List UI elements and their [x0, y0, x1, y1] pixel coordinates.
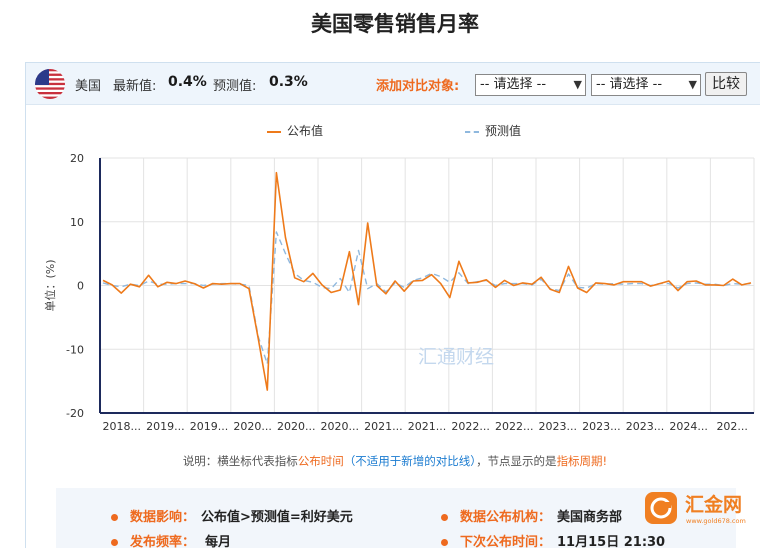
x-tick-label: 2019...: [190, 420, 228, 433]
series-forecast-line: [102, 231, 752, 365]
line-chart: 20 10 0 -10 -20 2018... 2019... 2019... 2020... 2…: [43, 152, 755, 433]
watermark-text: 汇通财经: [418, 346, 494, 368]
note-text-4: ，节点显示的是: [476, 454, 557, 468]
freq-label: 发布频率：: [130, 535, 196, 548]
bullet-icon: [441, 514, 448, 521]
x-tick-label: 2020...: [277, 420, 315, 433]
x-tick-label: 2018...: [103, 420, 141, 433]
x-tick-label: 2019...: [146, 420, 184, 433]
impact-label: 数据影响：: [130, 510, 196, 525]
y-tick-label: 0: [77, 280, 84, 293]
bullet-icon: [111, 539, 118, 546]
info-next-release: 下次公布时间： 11月15日 21:30: [441, 531, 665, 548]
agency-label: 数据公布机构：: [460, 510, 552, 525]
info-agency: 数据公布机构： 美国商务部: [441, 506, 622, 525]
y-tick-label: 20: [70, 152, 84, 165]
freq-value: 每月: [205, 535, 232, 548]
x-tick-label: 2024...: [669, 420, 707, 433]
x-tick-label: 2020...: [321, 420, 359, 433]
impact-value: 公布值>预测值=利好美元: [201, 510, 353, 525]
page-title: 美国零售销售月率: [311, 12, 479, 36]
note-text-3: （不适用于新增的对比线）: [343, 454, 477, 468]
y-tick-label: -10: [66, 343, 84, 356]
gold678-logo: 汇金网 www.gold678.com: [635, 488, 760, 530]
chart-panel: 美国 最新值: 0.4% 预测值: 0.3% 添加对比对象: -- 请选择 --…: [25, 62, 760, 548]
next-value: 11月15日 21:30: [557, 535, 666, 548]
note-text-2: 公布时间: [297, 454, 344, 468]
y-axis-label: 单位：(%): [43, 259, 57, 311]
chart-note: 说明：横坐标代表指标公布时间（不适用于新增的对比线），节点显示的是指标周期!: [26, 453, 760, 469]
logo-text: 汇金网: [685, 493, 742, 516]
info-impact: 数据影响： 公布值>预测值=利好美元: [111, 506, 353, 525]
y-tick-label: -20: [66, 407, 84, 420]
note-text-5: 指标周期!: [556, 454, 608, 468]
x-tick-label: 2023...: [582, 420, 620, 433]
x-tick-label: 2021...: [364, 420, 402, 433]
x-tick-label: 2022...: [451, 420, 489, 433]
agency-value: 美国商务部: [557, 510, 623, 525]
info-frequency: 发布频率： 每月: [111, 531, 231, 548]
x-tick-label: 202...: [716, 420, 748, 433]
x-tick-label: 2023...: [626, 420, 664, 433]
x-tick-label: 2022...: [495, 420, 533, 433]
x-tick-label: 2023...: [539, 420, 577, 433]
y-tick-label: 10: [70, 216, 84, 229]
x-tick-label: 2021...: [408, 420, 446, 433]
bullet-icon: [441, 539, 448, 546]
note-text-1: 说明：横坐标代表指标: [182, 454, 298, 468]
next-label: 下次公布时间：: [460, 535, 552, 548]
logo-subtext: www.gold678.com: [686, 517, 746, 525]
x-tick-label: 2020...: [233, 420, 271, 433]
info-box: 数据影响： 公布值>预测值=利好美元 数据公布机构： 美国商务部 发布频率： 每月 下…: [56, 488, 736, 548]
bullet-icon: [111, 514, 118, 521]
